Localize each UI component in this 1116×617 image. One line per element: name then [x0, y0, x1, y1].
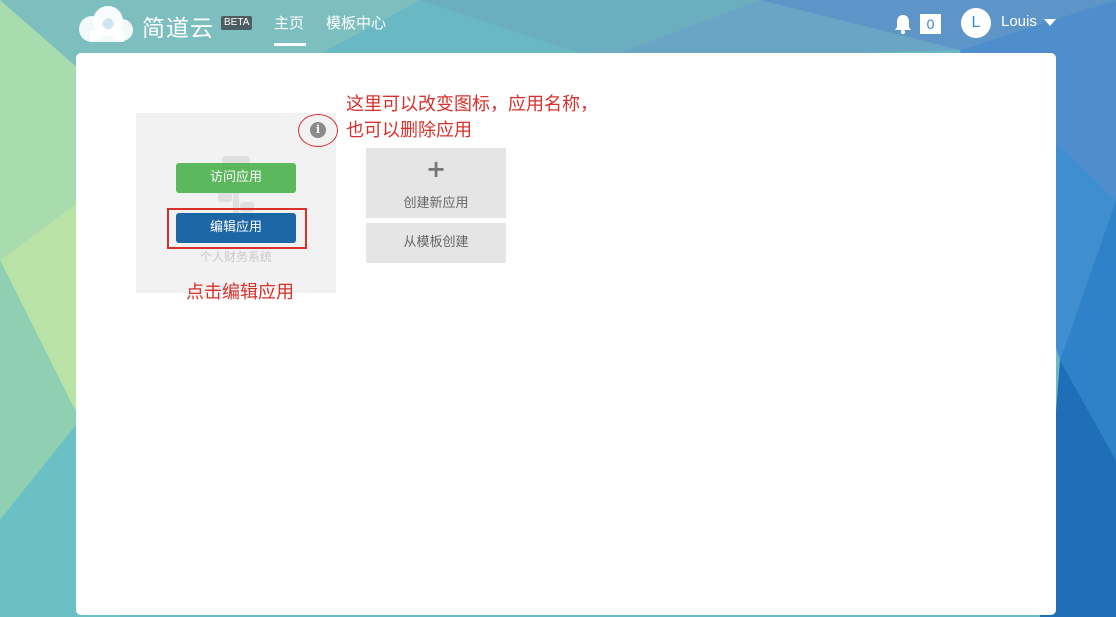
create-from-template-button[interactable]: 从模板创建 — [366, 223, 506, 263]
user-name[interactable]: Louis — [1001, 13, 1037, 30]
plus-icon: + — [425, 155, 447, 183]
brand-name[interactable]: 简道云 — [142, 9, 214, 43]
annotation-info-line-1: 这里可以改变图标，应用名称， — [346, 94, 598, 115]
app-name-label: 个人财务系统 — [199, 250, 272, 264]
avatar[interactable]: L — [961, 8, 991, 38]
top-navigation-bar: 简道云 BETA 主页 模板中心 0 L Louis — [0, 0, 1116, 48]
cloud-logo-icon[interactable] — [76, 4, 134, 44]
chevron-down-icon[interactable] — [1044, 19, 1056, 26]
info-icon[interactable]: i — [310, 122, 326, 138]
create-new-app-label: 创建新应用 — [403, 196, 469, 211]
edit-app-button[interactable]: 编辑应用 — [176, 213, 296, 243]
active-nav-indicator — [274, 43, 306, 46]
beta-badge: BETA — [221, 16, 253, 30]
nav-template-center[interactable]: 模板中心 — [326, 12, 386, 33]
annotation-edit-note: 点击编辑应用 — [186, 282, 294, 303]
notification-count-badge[interactable]: 0 — [920, 14, 941, 34]
nav-home[interactable]: 主页 — [274, 12, 304, 33]
bell-icon[interactable] — [892, 13, 914, 35]
visit-app-button[interactable]: 访问应用 — [176, 163, 296, 193]
annotation-info-line-2: 也可以删除应用 — [346, 120, 472, 141]
